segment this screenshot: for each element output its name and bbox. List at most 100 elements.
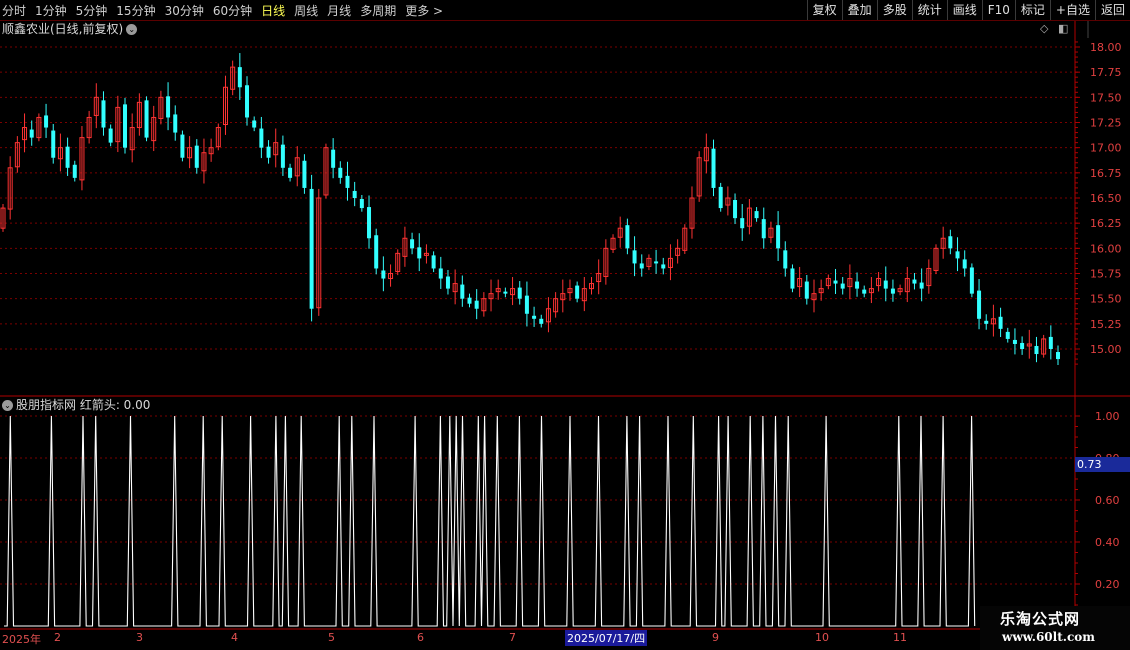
candle-body-down (862, 289, 867, 294)
candle-body-down (740, 218, 745, 229)
candle-body-down (969, 267, 974, 294)
date-label: 2 (54, 631, 61, 644)
candle-body-down (733, 200, 738, 219)
candle-body-down (955, 251, 960, 259)
price-tick-label: 15.75 (1090, 268, 1122, 281)
candle-body-down (919, 282, 924, 289)
candle-body-down (438, 268, 443, 279)
date-axis: 2025年 2 3 4 5 6 7 2025/07/17/四 9 10 11 (0, 629, 1075, 650)
candle-body-down (532, 315, 537, 319)
indicator-grid (0, 415, 1075, 585)
indicator-title[interactable]: ⌄ 股朋指标网 红箭头: 0.00 (2, 397, 150, 413)
indicator-tick-label: 1.00 (1095, 410, 1120, 423)
stock-title[interactable]: 顺鑫农业(日线,前复权) ⌄ (2, 21, 138, 37)
period-tab-7[interactable]: 周线 (294, 2, 318, 19)
candle-body-down (575, 285, 580, 299)
period-tab-3[interactable]: 15分钟 (116, 2, 155, 19)
toolbar-button-0[interactable]: 复权 (806, 0, 842, 20)
candle-body-down (890, 288, 895, 294)
candle-body-down (539, 318, 544, 324)
date-label: 3 (136, 631, 143, 644)
toolbar-button-7[interactable]: +自选 (1049, 0, 1095, 20)
candle-body-down (855, 281, 860, 289)
candle-body-down (51, 130, 56, 158)
candle-body-down (761, 219, 766, 239)
chevron-down-icon[interactable]: ⌄ (2, 400, 13, 411)
date-label: 6 (417, 631, 424, 644)
period-tab-8[interactable]: 月线 (327, 2, 351, 19)
indicator-line (4, 415, 976, 627)
toolbar-button-3[interactable]: 统计 (911, 0, 947, 20)
candle-body-down (517, 287, 522, 299)
cursor-value-label: 0.73 (1075, 457, 1130, 472)
candle-body-down (503, 291, 508, 294)
candle-body-down (984, 320, 989, 324)
candle-body-down (359, 199, 364, 209)
toolbar-button-2[interactable]: 多股 (876, 0, 912, 20)
date-label: 2025年 (2, 633, 41, 646)
candle-body-down (252, 120, 257, 128)
candle-body-down (639, 263, 644, 269)
period-tab-0[interactable]: 分时 (2, 2, 26, 19)
candle-body-down (44, 115, 49, 128)
period-tab-1[interactable]: 1分钟 (35, 2, 67, 19)
candle-body-down (194, 145, 199, 168)
date-label: 4 (231, 631, 238, 644)
candle-body-down (625, 225, 630, 249)
candle-body-down (72, 164, 77, 178)
candle-body-down (180, 134, 185, 158)
candle-body-down (776, 225, 781, 249)
period-tab-5[interactable]: 60分钟 (213, 2, 252, 19)
period-tab-10[interactable]: 更多 > (405, 2, 443, 19)
indicator-tick-label: 0.60 (1095, 494, 1120, 507)
candle-body-down (754, 211, 759, 219)
toolbar-button-5[interactable]: F10 (981, 0, 1015, 20)
candle-body-down (173, 114, 178, 133)
period-tab-4[interactable]: 30分钟 (165, 2, 204, 19)
watermark: 乐淘公式网 www.60lt.com (980, 606, 1130, 650)
candle-body-down (410, 239, 415, 249)
period-tab-2[interactable]: 5分钟 (76, 2, 108, 19)
period-tab-9[interactable]: 多周期 (360, 2, 396, 19)
toolbar-button-4[interactable]: 画线 (946, 0, 982, 20)
price-tick-label: 17.50 (1090, 91, 1122, 104)
candle-body-down (840, 283, 845, 289)
toolbar-button-8[interactable]: 返回 (1094, 0, 1130, 20)
toolbar-button-6[interactable]: 标记 (1014, 0, 1050, 20)
chevron-down-icon[interactable]: ⌄ (126, 24, 138, 35)
candle-body-down (1012, 339, 1017, 344)
toolbar-button-1[interactable]: 叠加 (841, 0, 877, 20)
indicator-tick-label: 0.40 (1095, 536, 1120, 549)
candle-body-down (790, 268, 795, 289)
candle-body-down (1056, 352, 1060, 360)
stock-title-text: 顺鑫农业(日线,前复权) (2, 22, 124, 36)
candle-body-down (632, 250, 637, 264)
candle-body-down (259, 128, 264, 148)
candle-body-down (345, 175, 350, 188)
candle-body-down (833, 280, 838, 284)
toolbar-right-buttons: 复权 叠加 多股 统计 画线 F10 标记 +自选 返回 (806, 0, 1130, 20)
candle-body-down (654, 261, 659, 264)
price-tick-label: 17.75 (1090, 66, 1122, 79)
indicator-series[interactable] (4, 415, 976, 627)
candle-body-down (998, 316, 1003, 329)
date-label: 7 (509, 631, 516, 644)
candle-body-down (1048, 336, 1053, 349)
candle-body-down (661, 264, 666, 269)
candle-body-down (912, 279, 917, 284)
candlestick-series[interactable] (0, 53, 1060, 365)
diamond-icon[interactable]: ◇ (1040, 22, 1048, 35)
price-tick-label: 17.00 (1090, 142, 1122, 155)
candle-body-down (367, 207, 372, 239)
price-tick-label: 15.00 (1090, 343, 1122, 356)
date-label: 11 (893, 631, 907, 644)
date-label: 9 (712, 631, 719, 644)
indicator-title-text: 股朋指标网 红箭头: 0.00 (16, 398, 151, 412)
panel-icons: ◇ ◧ (1040, 22, 1068, 35)
candle-body-down (783, 250, 788, 269)
candle-body-down (302, 160, 307, 188)
chart-canvas: 18.00 17.75 17.50 17.25 17.00 16.75 16.50 16.25… (0, 20, 1130, 650)
panel-toggle-icon[interactable]: ◧ (1058, 22, 1068, 35)
candle-body-down (711, 148, 716, 188)
period-tab-6[interactable]: 日线 (261, 2, 285, 19)
